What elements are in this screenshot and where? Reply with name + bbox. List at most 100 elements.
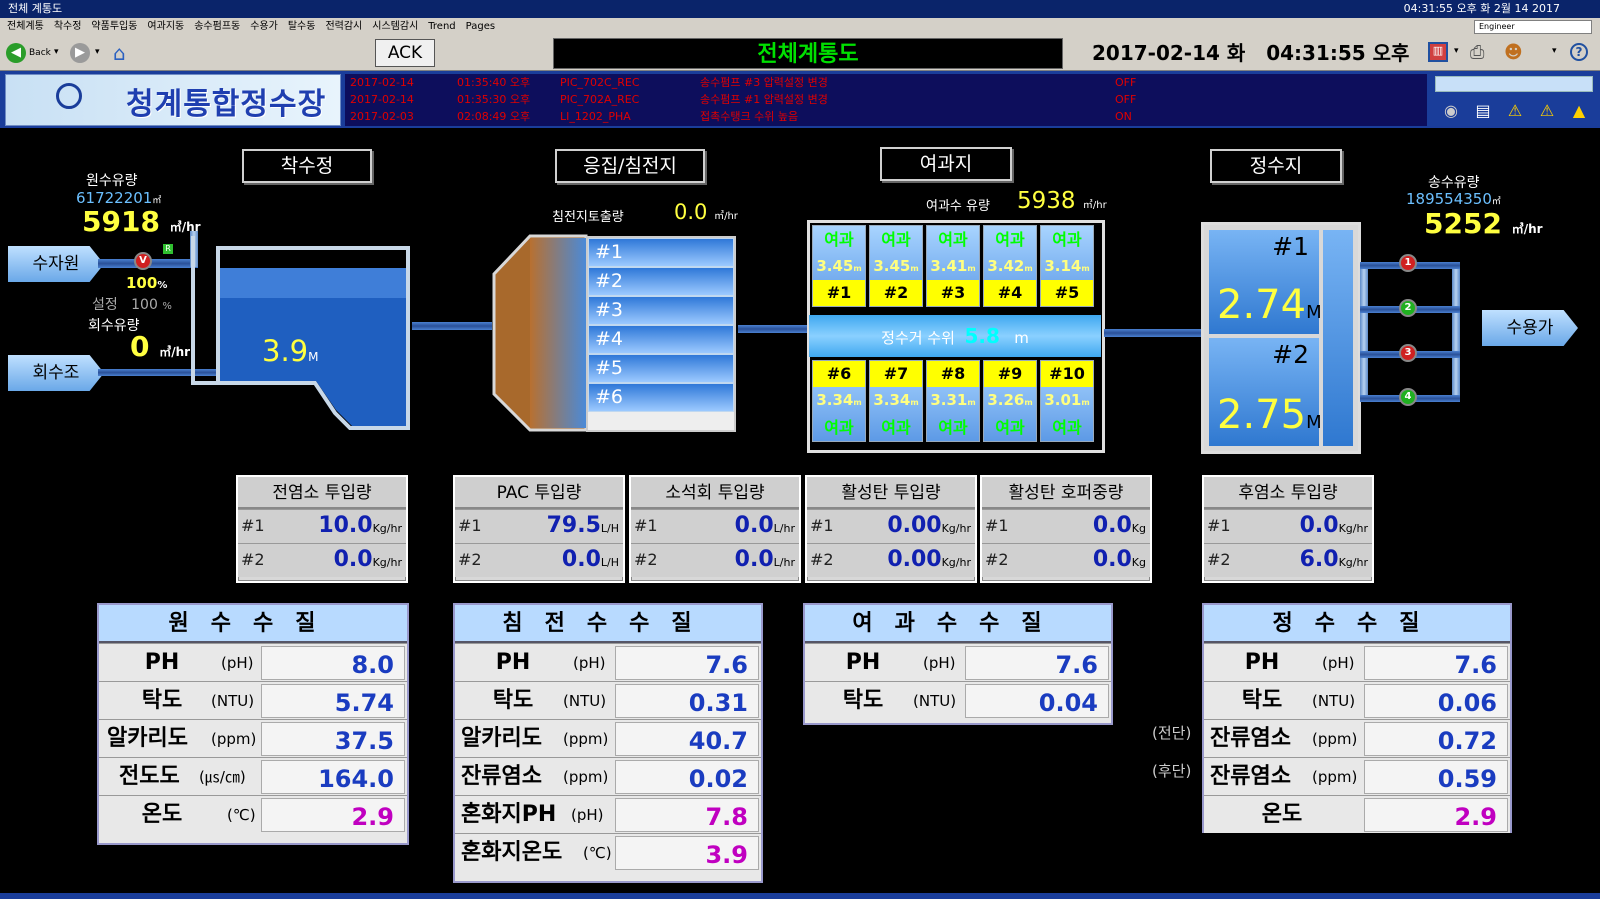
table-row[interactable]: 알카리도 (ppm) 37.5 bbox=[99, 719, 407, 757]
menu-item[interactable]: 전력감시 bbox=[325, 18, 362, 35]
alarm-row[interactable]: 2017-02-03 02:08:49 오후 LI_1202_PHA 접촉수탱크 수위… bbox=[345, 108, 1427, 125]
sed-basin-row[interactable]: #5 bbox=[588, 354, 734, 383]
filter-cell[interactable]: 여과 3.42m #4 bbox=[983, 225, 1037, 307]
table-row[interactable]: 온도 (℃) 2.9 bbox=[99, 795, 407, 833]
table-row[interactable]: 탁도 (NTU) 0.04 bbox=[805, 681, 1111, 719]
table-row[interactable]: 알카리도 (ppm) 40.7 bbox=[455, 719, 761, 757]
alarm-side-panel: ◉ ▤ ⚠ ⚠ ▲ bbox=[1432, 74, 1597, 126]
menu-item[interactable]: 여과지동 bbox=[147, 18, 184, 35]
forward-dropdown-icon[interactable]: ▾ bbox=[95, 47, 100, 57]
alarm-row[interactable]: 2017-02-14 01:35:40 오후 PIC_702C_REC 송수펌프 #3… bbox=[345, 74, 1427, 91]
settings-dropdown-icon[interactable]: ▾ bbox=[1552, 46, 1557, 56]
intake-basin[interactable] bbox=[190, 228, 420, 434]
filter-cell[interactable]: 여과 3.45m #2 bbox=[869, 225, 923, 307]
dosing-carbon-hopper[interactable]: 활성탄 호퍼중량 #1 0.0Kg #2 0.0Kg bbox=[980, 475, 1152, 583]
clearwell-tank-2[interactable]: #2 2.75M bbox=[1209, 338, 1322, 446]
table-row[interactable]: 전도도 (㎲/㎝) 164.0 bbox=[99, 757, 407, 795]
table-row[interactable]: 탁도 (NTU) 0.06 bbox=[1204, 681, 1510, 719]
distribution-flow-label: 송수유량 bbox=[1428, 175, 1480, 191]
back-arrow-icon[interactable]: ◀ bbox=[6, 43, 26, 63]
user-field[interactable]: Engineer bbox=[1474, 20, 1592, 34]
alarm-list-icon[interactable]: ⚠ bbox=[1536, 100, 1558, 122]
menu-item[interactable]: 약품투입동 bbox=[91, 18, 137, 35]
menu-item[interactable]: 전체계통 bbox=[7, 18, 44, 35]
report-dropdown-icon[interactable]: ▾ bbox=[1454, 46, 1459, 56]
return-tank-arrow[interactable]: 회수조 bbox=[8, 355, 104, 391]
raw-flow-label: 원수유량 bbox=[86, 173, 138, 189]
pump-icon[interactable]: 1 bbox=[1399, 254, 1417, 272]
back-dropdown-icon[interactable]: ▾ bbox=[54, 47, 59, 57]
back-label[interactable]: Back bbox=[29, 48, 51, 58]
pump-icon[interactable]: 3 bbox=[1399, 344, 1417, 362]
sed-basin-row[interactable]: #3 bbox=[588, 296, 734, 325]
filter-cell[interactable]: 여과 3.41m #3 bbox=[926, 225, 980, 307]
section-filter[interactable]: 여과지 bbox=[880, 147, 1012, 181]
filter-cell[interactable]: #9 3.26m 여과 bbox=[983, 360, 1037, 442]
filter-cell[interactable]: 여과 3.45m #1 bbox=[812, 225, 866, 307]
trash-icon[interactable]: ▤ bbox=[1472, 100, 1494, 122]
dosing-activated-carbon[interactable]: 활성탄 투입량 #1 0.00Kg/hr #2 0.00Kg/hr bbox=[805, 475, 977, 583]
table-row[interactable]: 혼화지온도 (℃) 3.9 bbox=[455, 833, 761, 871]
filter-cell[interactable]: #10 3.01m 여과 bbox=[1040, 360, 1094, 442]
table-row[interactable]: 잔류염소 (ppm) 0.59 bbox=[1204, 757, 1510, 795]
filter-cell[interactable]: #7 3.34m 여과 bbox=[869, 360, 923, 442]
raw-water-quality-table: 원수수질 PH (pH) 8.0 탁도 (NTU) 5.74 알카리도 (ppm) 37.5… bbox=[97, 603, 409, 845]
table-row[interactable]: 온도 2.9 bbox=[1204, 795, 1510, 833]
menu-item[interactable]: 시스템감시 bbox=[372, 18, 418, 35]
sed-basin-row[interactable]: #4 bbox=[588, 325, 734, 354]
filter-cell[interactable]: #8 3.31m 여과 bbox=[926, 360, 980, 442]
menu-item[interactable]: Pages bbox=[466, 18, 495, 35]
table-row[interactable]: 탁도 (NTU) 5.74 bbox=[99, 681, 407, 719]
menu-bar: 전체계통 착수정 약품투입동 여과지동 송수펌프동 수용가 탈수동 전력감시 시스템감시 Tren… bbox=[0, 18, 1600, 35]
filter-cell[interactable]: #6 3.34m 여과 bbox=[812, 360, 866, 442]
users-icon[interactable]: ☻ bbox=[1504, 42, 1523, 63]
time-display: 04:31:55 오후 bbox=[1266, 41, 1410, 65]
warning-icon[interactable]: ▲ bbox=[1568, 100, 1590, 122]
home-icon[interactable]: ⌂ bbox=[113, 41, 126, 65]
intake-level-value: 3.9M bbox=[262, 334, 319, 368]
dosing-postchlorine[interactable]: 후염소 투입량 #1 0.0Kg/hr #2 6.0Kg/hr bbox=[1202, 475, 1374, 583]
speaker-icon[interactable]: ◉ bbox=[1440, 100, 1462, 122]
alarm-filter-field[interactable] bbox=[1435, 76, 1593, 92]
menu-item[interactable]: 착수정 bbox=[54, 18, 82, 35]
menu-item[interactable]: 송수펌프동 bbox=[194, 18, 240, 35]
dosing-lime[interactable]: 소석회 투입량 #1 0.0L/hr #2 0.0L/hr bbox=[629, 475, 801, 583]
filter-flow-value: 5938 ㎥/hr bbox=[1017, 188, 1107, 214]
table-row[interactable]: 잔류염소 (ppm) 0.02 bbox=[455, 757, 761, 795]
dosing-pac[interactable]: PAC 투입량 #1 79.5L/H #2 0.0L/H bbox=[453, 475, 625, 583]
section-clearwell[interactable]: 정수지 bbox=[1210, 149, 1342, 183]
sed-basin-row[interactable]: #6 bbox=[588, 383, 734, 412]
consumer-arrow[interactable]: 수용가 bbox=[1482, 310, 1578, 346]
print-icon[interactable]: ⎙ bbox=[1470, 42, 1484, 63]
dosing-prechlorine[interactable]: 전염소 투입량 #1 10.0Kg/hr #2 0.0Kg/hr bbox=[236, 475, 408, 583]
source-arrow[interactable]: 수자원 bbox=[8, 246, 104, 282]
section-sedimentation[interactable]: 응집/침전지 bbox=[555, 149, 705, 183]
help-icon[interactable]: ? bbox=[1570, 43, 1588, 61]
ack-button[interactable]: ACK bbox=[375, 39, 435, 67]
alarm-ack-icon[interactable]: ⚠ bbox=[1504, 100, 1526, 122]
collector-channel[interactable]: 정수거 수위 5.8 m bbox=[809, 315, 1101, 357]
sed-discharge-label: 침전지토출량 bbox=[552, 210, 624, 225]
menu-item[interactable]: 탈수동 bbox=[288, 18, 316, 35]
report-icon[interactable]: ▥ bbox=[1428, 42, 1448, 62]
alarm-row[interactable]: 2017-02-14 01:35:30 오후 PIC_702A_REC 송수펌프 #1… bbox=[345, 91, 1427, 108]
table-row[interactable]: PH (pH) 8.0 bbox=[99, 643, 407, 681]
table-row[interactable]: PH (pH) 7.6 bbox=[455, 643, 761, 681]
table-row[interactable]: 혼화지PH (pH) 7.8 bbox=[455, 795, 761, 833]
table-row[interactable]: PH (pH) 7.6 bbox=[805, 643, 1111, 681]
table-row[interactable]: 탁도 (NTU) 0.31 bbox=[455, 681, 761, 719]
clearwell-tank-1[interactable]: #1 2.74M bbox=[1209, 230, 1322, 334]
alarm-list[interactable]: 2017-02-14 01:35:40 오후 PIC_702C_REC 송수펌프 #3… bbox=[345, 74, 1427, 126]
pump-icon[interactable]: 2 bbox=[1399, 299, 1417, 317]
filter-cell[interactable]: 여과 3.14m #5 bbox=[1040, 225, 1094, 307]
menu-item[interactable]: 수용가 bbox=[250, 18, 278, 35]
forward-arrow-icon[interactable]: ▶ bbox=[70, 43, 90, 63]
sed-basin-row[interactable]: #1 bbox=[588, 238, 734, 267]
table-row[interactable]: 잔류염소 (ppm) 0.72 bbox=[1204, 719, 1510, 757]
menu-item[interactable]: Trend bbox=[428, 18, 455, 35]
sed-basin-row[interactable]: #2 bbox=[588, 267, 734, 296]
table-row[interactable]: PH (pH) 7.6 bbox=[1204, 643, 1510, 681]
pump-icon[interactable]: 4 bbox=[1399, 388, 1417, 406]
raw-valve-icon[interactable]: V bbox=[134, 252, 152, 270]
section-intake[interactable]: 착수정 bbox=[242, 149, 372, 183]
